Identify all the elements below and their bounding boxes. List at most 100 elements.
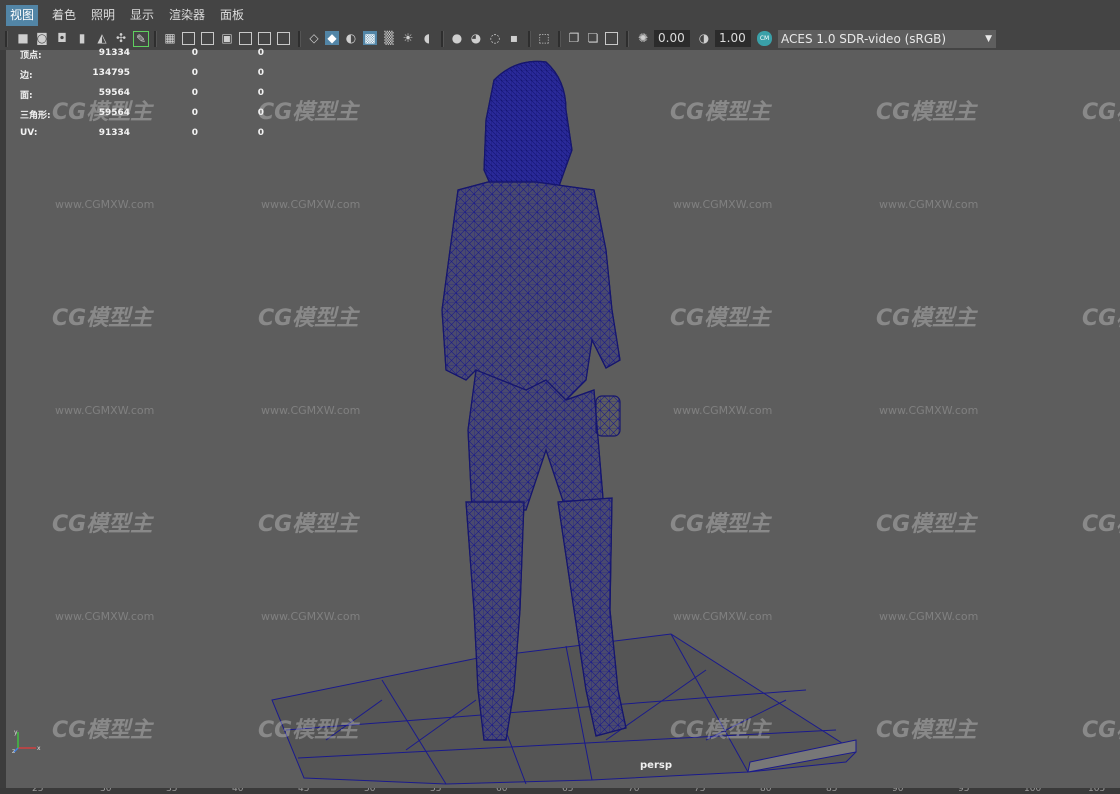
toolbar-separator: [154, 31, 157, 47]
watermark-url: www.CGMXW.com: [55, 404, 155, 417]
menu-lighting[interactable]: 照明: [87, 5, 119, 26]
safe-title-icon[interactable]: [277, 32, 290, 45]
stat-value-selected: 0: [191, 128, 198, 138]
watermark-url: www.CGMXW.com: [879, 198, 979, 211]
camera-attributes-icon[interactable]: ◙: [35, 31, 49, 45]
watermark-logo: CG模型主: [670, 100, 771, 125]
stat-label: 顶点:: [20, 51, 42, 61]
wireframe-scene: [271, 60, 857, 785]
exposure-field[interactable]: 0.00: [654, 30, 690, 47]
textured-icon[interactable]: ▒: [382, 31, 396, 45]
watermark-logo: CG模型主: [670, 512, 771, 537]
axis-y-label: y: [14, 729, 18, 736]
use-default-material-icon[interactable]: ◐: [344, 31, 358, 45]
ruler-tick: 35: [166, 788, 178, 794]
xray-joints-icon[interactable]: ❏: [586, 31, 600, 45]
ruler-tick: 45: [298, 788, 310, 794]
2d-pan-zoom-icon[interactable]: ✣: [114, 31, 128, 45]
character-wireframe: [441, 60, 627, 741]
safe-action-icon[interactable]: [258, 32, 271, 45]
smooth-shade-icon[interactable]: ◆: [325, 31, 339, 45]
xray-components-icon[interactable]: [605, 32, 618, 45]
stat-value-selected: 0: [191, 48, 198, 58]
watermark-logo: CG模型主: [52, 512, 153, 537]
menu-renderer[interactable]: 渲染器: [165, 5, 209, 26]
watermark-logo: CG模型主: [258, 100, 359, 125]
stat-value-object: 91334: [98, 128, 130, 138]
color-management-icon[interactable]: CM: [757, 31, 772, 46]
ruler-tick: 105: [1088, 788, 1106, 794]
field-chart-icon[interactable]: [239, 32, 252, 45]
ruler-tick: 80: [760, 788, 772, 794]
shadows-icon[interactable]: ◖: [420, 31, 434, 45]
persp-viewport[interactable]: [6, 50, 1120, 790]
menu-view[interactable]: 视图: [6, 5, 39, 26]
watermark-logo: CG模型主: [876, 512, 977, 537]
stat-label: UV:: [20, 128, 38, 138]
watermark-logo: CG模型主: [1082, 306, 1120, 331]
gamma-icon[interactable]: ◑: [697, 31, 711, 45]
xray-icon[interactable]: ❐: [567, 31, 581, 45]
watermark-logo: CG模型主: [1082, 718, 1120, 743]
watermark-logo: CG模型主: [258, 718, 359, 743]
stat-value-components: 0: [257, 128, 264, 138]
ruler-tick: 30: [100, 788, 112, 794]
toolbar-separator: [441, 31, 444, 47]
ruler-tick: 95: [958, 788, 970, 794]
stat-label: 边:: [20, 71, 33, 81]
watermark-url: www.CGMXW.com: [55, 610, 155, 623]
watermark-url: www.CGMXW.com: [55, 198, 155, 211]
exposure-icon[interactable]: ✺: [636, 31, 650, 45]
view-axis-icon: y x z: [12, 729, 41, 754]
ruler-tick: 75: [694, 788, 706, 794]
menu-shading[interactable]: 着色: [48, 5, 80, 26]
watermark-logo: CG模型主: [670, 718, 771, 743]
stat-value-components: 0: [257, 108, 264, 118]
watermark-url: www.CGMXW.com: [261, 198, 361, 211]
watermark-logo: CG模型主: [258, 512, 359, 537]
menu-panels[interactable]: 面板: [216, 5, 248, 26]
stat-value-object: 91334: [98, 48, 130, 58]
motion-blur-icon[interactable]: ◕: [469, 31, 483, 45]
anti-aliasing-icon[interactable]: ◌: [488, 31, 502, 45]
bookmark-camera-icon[interactable]: ◘: [55, 31, 69, 45]
wireframe-cube-icon[interactable]: ◇: [307, 31, 321, 45]
isolate-select-icon[interactable]: ⬚: [537, 31, 551, 45]
camera-icon[interactable]: ■: [16, 31, 30, 45]
chevron-down-icon: ▼: [985, 34, 992, 44]
stat-value-selected: 0: [191, 68, 198, 78]
ruler-tick: 100: [1024, 788, 1042, 794]
screen-space-ao-icon[interactable]: ●: [450, 31, 464, 45]
gamma-field[interactable]: 1.00: [715, 30, 751, 47]
ruler-tick: 40: [232, 788, 244, 794]
bookmark-icon[interactable]: ▮: [75, 31, 89, 45]
film-gate-icon[interactable]: [182, 32, 195, 45]
stat-value-components: 0: [257, 68, 264, 78]
time-slider-ruler[interactable]: 25 30 35 40 45 50 55 60 65 70 75 80 85 9…: [0, 788, 1120, 794]
stat-value-selected: 0: [191, 108, 198, 118]
depth-of-field-icon[interactable]: ▪: [507, 31, 521, 45]
gate-mask-icon[interactable]: ▣: [220, 31, 234, 45]
stat-label: 面:: [20, 91, 33, 101]
toolbar-separator: [528, 31, 531, 47]
stat-value-components: 0: [257, 48, 264, 58]
stat-value-object: 59564: [98, 88, 130, 98]
menu-show[interactable]: 显示: [126, 5, 158, 26]
watermark-logo: CG模型主: [876, 718, 977, 743]
watermark-logo: CG模型主: [876, 306, 977, 331]
ruler-tick: 85: [826, 788, 838, 794]
toolbar-separator: [5, 31, 8, 47]
grease-pencil-icon[interactable]: ✎: [133, 31, 149, 47]
ruler-tick: 70: [628, 788, 640, 794]
use-all-lights-icon[interactable]: ☀: [401, 31, 415, 45]
grid-icon[interactable]: ▦: [163, 31, 177, 45]
stat-value-object: 134795: [92, 68, 130, 78]
color-space-select[interactable]: ACES 1.0 SDR-video (sRGB) ▼: [778, 30, 996, 48]
watermark-url: www.CGMXW.com: [261, 610, 361, 623]
wireframe-on-shaded-icon[interactable]: ▩: [363, 31, 377, 45]
ruler-tick: 60: [496, 788, 508, 794]
image-plane-icon[interactable]: ◭: [95, 31, 109, 45]
resolution-gate-icon[interactable]: [201, 32, 214, 45]
ruler-tick: 65: [562, 788, 574, 794]
watermark-url: www.CGMXW.com: [879, 610, 979, 623]
